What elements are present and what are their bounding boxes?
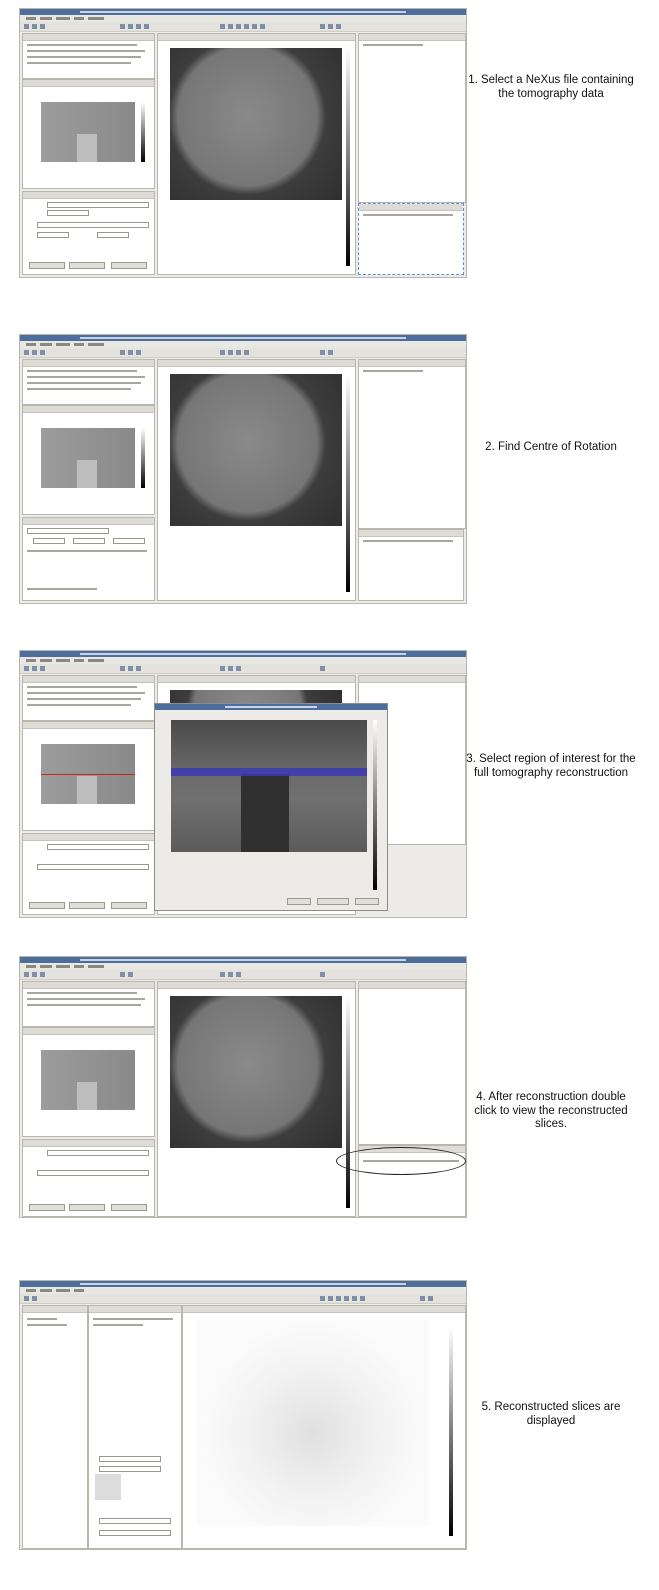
screenshot-step-2	[19, 334, 467, 604]
screenshot-step-1	[19, 8, 467, 278]
action-button[interactable]	[69, 262, 105, 269]
highlight-ellipse	[336, 1147, 466, 1175]
colour-scale-bar	[346, 996, 350, 1208]
colour-scale-bar	[373, 720, 377, 890]
properties-panel[interactable]	[358, 981, 466, 1145]
colour-scale-bar	[141, 428, 145, 488]
menu-bar[interactable]	[20, 15, 466, 22]
action-button[interactable]	[111, 262, 147, 269]
action-button[interactable]	[29, 262, 65, 269]
main-toolbar[interactable]	[20, 22, 466, 32]
reconstruction-results-panel[interactable]	[358, 529, 464, 601]
sample-column	[77, 1082, 97, 1110]
parameters-panel[interactable]	[22, 1139, 155, 1217]
menu-bar[interactable]	[20, 963, 466, 970]
dialog-button[interactable]	[355, 898, 379, 905]
projection-preview-panel[interactable]	[22, 79, 155, 189]
sample-column	[77, 776, 97, 804]
screenshot-step-5	[19, 1280, 467, 1550]
image-view-panel[interactable]	[157, 33, 356, 275]
main-toolbar[interactable]	[20, 348, 466, 358]
tomography-image	[170, 374, 342, 526]
colour-scale-bar	[346, 374, 350, 592]
colour-scale-bar	[346, 48, 350, 266]
roi-band[interactable]	[171, 768, 367, 776]
colour-scale-bar	[449, 1326, 453, 1536]
sample-shadow	[241, 774, 289, 852]
main-toolbar[interactable]	[20, 970, 466, 980]
menu-bar[interactable]	[20, 341, 466, 348]
step-4-caption: 4. After reconstruction double click to …	[474, 1091, 628, 1130]
step-1-caption: 1. Select a NeXus file containing the to…	[468, 74, 634, 100]
image-view-panel[interactable]	[157, 359, 356, 601]
parameters-panel[interactable]	[22, 191, 155, 275]
sample-column	[77, 134, 97, 162]
roi-line[interactable]	[41, 774, 135, 775]
reconstructed-slice-image	[197, 1320, 429, 1526]
roi-selection-dialog[interactable]	[154, 703, 388, 911]
slice-thumbnail	[95, 1474, 121, 1500]
action-button[interactable]	[69, 1204, 105, 1211]
properties-panel[interactable]	[358, 359, 466, 529]
slice-view-panel[interactable]	[182, 1305, 466, 1549]
step-3-caption: 3. Select region of interest for the ful…	[466, 753, 636, 779]
projection-preview-panel[interactable]	[22, 1027, 155, 1137]
menu-bar[interactable]	[20, 657, 466, 664]
screenshot-step-3	[19, 650, 467, 918]
reconstruction-results-panel[interactable]	[358, 203, 464, 275]
action-button[interactable]	[29, 1204, 65, 1211]
properties-panel[interactable]	[358, 33, 466, 203]
step-5-caption: 5. Reconstructed slices are displayed	[481, 1401, 621, 1427]
dialog-button[interactable]	[287, 898, 311, 905]
action-button[interactable]	[111, 902, 147, 909]
tomography-image	[170, 996, 342, 1148]
projection-preview-panel[interactable]	[22, 721, 155, 831]
dialog-button[interactable]	[317, 898, 349, 905]
navigator-panel[interactable]	[22, 1305, 88, 1549]
action-button[interactable]	[111, 1204, 147, 1211]
action-button[interactable]	[69, 902, 105, 909]
image-view-panel[interactable]	[157, 981, 356, 1217]
main-toolbar[interactable]	[20, 664, 466, 674]
project-explorer-panel[interactable]	[22, 359, 155, 405]
parameters-panel[interactable]	[22, 833, 155, 915]
menu-bar[interactable]	[20, 1287, 466, 1294]
action-button[interactable]	[29, 902, 65, 909]
step-2-caption: 2. Find Centre of Rotation	[485, 441, 617, 453]
dialog-titlebar	[155, 704, 387, 710]
screenshot-step-4	[19, 956, 467, 1218]
project-explorer-panel[interactable]	[22, 675, 155, 721]
main-toolbar[interactable]	[20, 1294, 466, 1304]
tomography-image	[170, 48, 342, 200]
colour-scale-bar	[141, 102, 145, 162]
project-explorer-panel[interactable]	[22, 981, 155, 1027]
project-explorer-panel[interactable]	[22, 33, 155, 79]
sample-column	[77, 460, 97, 488]
projection-preview-panel[interactable]	[22, 405, 155, 515]
dataset-panel[interactable]	[88, 1305, 182, 1549]
centre-of-rotation-panel[interactable]	[22, 517, 155, 601]
